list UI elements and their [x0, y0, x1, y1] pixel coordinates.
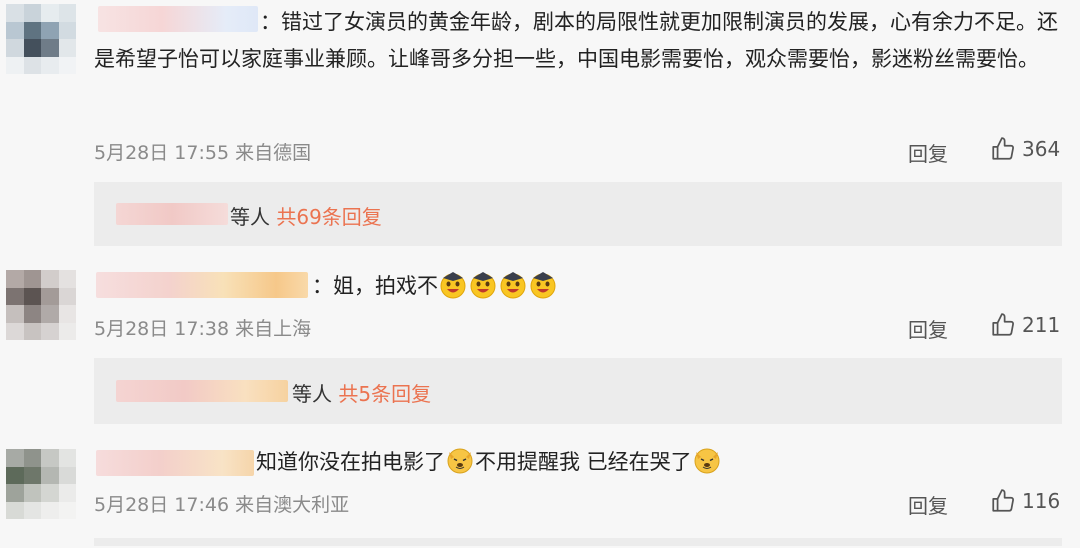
reply-button[interactable]: 回复 [908, 314, 948, 343]
divider [94, 538, 1062, 546]
grin-cap-emoji-icon [500, 272, 526, 299]
like-count: 211 [1022, 313, 1061, 337]
comment-text: ：错过了女演员的黄金年龄，剧本的局限性就更加限制演员的发展，心有余力不足。还是希… [94, 10, 1058, 71]
comment-text: 知道你没在拍电影了 不用提醒我 已经在哭了 [256, 444, 722, 481]
comment-source: 来自澳大利亚 [235, 494, 350, 516]
comment-item: 知道你没在拍电影了 不用提醒我 已经在哭了 5月28日 17:46 来自澳大利亚 … [0, 435, 1080, 548]
reply-button[interactable]: 回复 [908, 490, 948, 519]
thumbs-up-icon [992, 313, 1014, 336]
comment-source: 来自上海 [235, 318, 312, 340]
comment-item: ：错过了女演员的黄金年龄，剧本的局限性就更加限制演员的发展，心有余力不足。还是希… [0, 0, 1080, 260]
avatar[interactable] [6, 270, 76, 340]
like-button[interactable]: 211 [990, 312, 1060, 338]
dog-emoji-icon [694, 448, 720, 474]
reply-thread-summary: 等人 共5条回复 [292, 382, 432, 406]
reply-count-link[interactable]: 共69条回复 [276, 205, 381, 229]
thumbs-up-icon [992, 489, 1014, 512]
comment-item: ：姐，拍戏不 5月28日 17:38 来自上海 回复 211 等人 共5条回复 [0, 260, 1080, 435]
comment-date: 5月28日 17:46 [94, 494, 230, 516]
grin-cap-emoji-icon [530, 272, 556, 299]
comment-meta: 5月28日 17:55 来自德国 [94, 138, 311, 165]
dog-emoji-icon [447, 448, 473, 474]
like-count: 116 [1022, 489, 1061, 513]
comment-meta: 5月28日 17:38 来自上海 [94, 314, 311, 341]
emoji-group [438, 272, 558, 299]
comment-meta: 5月28日 17:46 来自澳大利亚 [94, 490, 349, 517]
username-blurred[interactable] [96, 450, 254, 476]
comment-text: ：姐，拍戏不 [312, 268, 558, 305]
reply-thread-summary: 等人 共69条回复 [230, 205, 382, 229]
comment-date: 5月28日 17:55 [94, 142, 230, 164]
reply-count-link[interactable]: 共5条回复 [338, 382, 431, 406]
like-button[interactable]: 364 [990, 136, 1060, 162]
avatar[interactable] [6, 4, 76, 74]
reply-username-blurred [116, 203, 228, 225]
reply-button[interactable]: 回复 [908, 138, 948, 167]
comment-source: 来自德国 [235, 142, 312, 164]
reply-thread[interactable]: 等人 共69条回复 [94, 182, 1062, 246]
grin-cap-emoji-icon [440, 272, 466, 299]
username-blurred[interactable] [96, 272, 308, 298]
reply-username-blurred [116, 380, 288, 402]
like-count: 364 [1022, 137, 1061, 161]
comment-date: 5月28日 17:38 [94, 318, 230, 340]
like-button[interactable]: 116 [990, 488, 1060, 514]
thumbs-up-icon [992, 137, 1014, 160]
grin-cap-emoji-icon [470, 272, 496, 299]
reply-thread[interactable]: 等人 共5条回复 [94, 358, 1062, 424]
avatar[interactable] [6, 449, 76, 519]
